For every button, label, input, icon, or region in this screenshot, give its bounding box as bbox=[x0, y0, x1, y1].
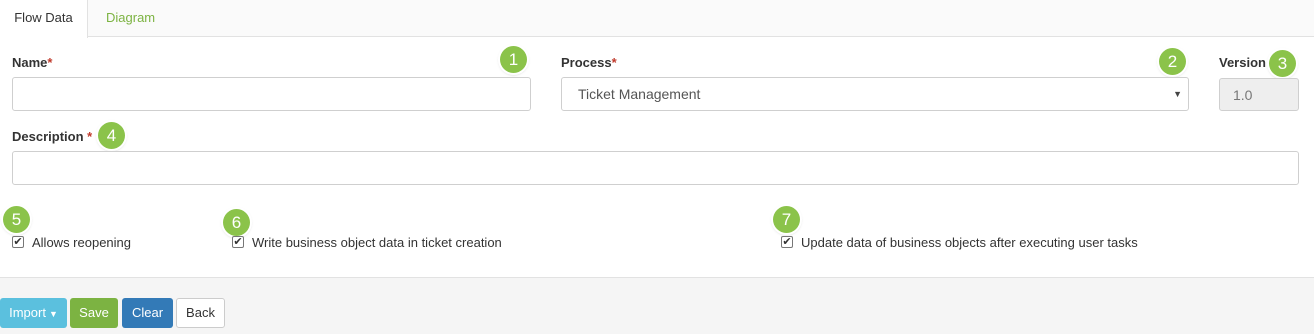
clear-button[interactable]: Clear bbox=[122, 298, 173, 328]
write-business-object-checkbox[interactable]: ✔ bbox=[232, 236, 244, 248]
tab-flow-data[interactable]: Flow Data bbox=[0, 0, 88, 38]
footer-toolbar: Import ▼ Save Clear Back bbox=[0, 277, 1314, 334]
required-mark: * bbox=[611, 55, 617, 70]
update-business-objects-checkbox[interactable]: ✔ bbox=[781, 236, 793, 248]
required-mark: * bbox=[47, 55, 53, 70]
allows-reopening-label: Allows reopening bbox=[32, 235, 132, 250]
callout-badge-4: 4 bbox=[98, 122, 125, 149]
back-button[interactable]: Back bbox=[176, 298, 225, 328]
chevron-down-icon: ▼ bbox=[1173, 89, 1182, 99]
save-button[interactable]: Save bbox=[70, 298, 118, 328]
process-label: Process* bbox=[561, 55, 617, 70]
import-button-label: Import bbox=[9, 305, 46, 320]
write-business-object-label: Write business object data in ticket cre… bbox=[252, 235, 502, 250]
description-input[interactable] bbox=[12, 151, 1299, 185]
process-select[interactable]: Ticket Management ▼ bbox=[561, 77, 1189, 111]
description-label-text: Description bbox=[12, 129, 84, 144]
caret-down-icon: ▼ bbox=[48, 309, 58, 319]
callout-badge-3: 3 bbox=[1269, 50, 1296, 77]
tab-bar: Flow Data Diagram bbox=[0, 0, 1314, 38]
callout-badge-7: 7 bbox=[773, 206, 800, 233]
callout-badge-1: 1 bbox=[500, 46, 527, 73]
update-business-objects-label: Update data of business objects after ex… bbox=[801, 235, 1138, 250]
process-label-text: Process bbox=[561, 55, 612, 70]
tab-diagram[interactable]: Diagram bbox=[106, 0, 155, 37]
version-input: 1.0 bbox=[1219, 78, 1299, 111]
callout-badge-2: 2 bbox=[1159, 48, 1186, 75]
name-input[interactable] bbox=[12, 77, 531, 111]
callout-badge-6: 6 bbox=[223, 209, 250, 236]
callout-badge-5: 5 bbox=[3, 206, 30, 233]
required-mark: * bbox=[87, 129, 93, 144]
name-label: Name* bbox=[12, 55, 52, 70]
description-label: Description * bbox=[12, 129, 92, 144]
process-select-value: Ticket Management bbox=[578, 86, 701, 102]
allows-reopening-checkbox[interactable]: ✔ bbox=[12, 236, 24, 248]
name-label-text: Name bbox=[12, 55, 48, 70]
import-button[interactable]: Import ▼ bbox=[0, 298, 67, 328]
version-label: Version bbox=[1219, 55, 1266, 70]
